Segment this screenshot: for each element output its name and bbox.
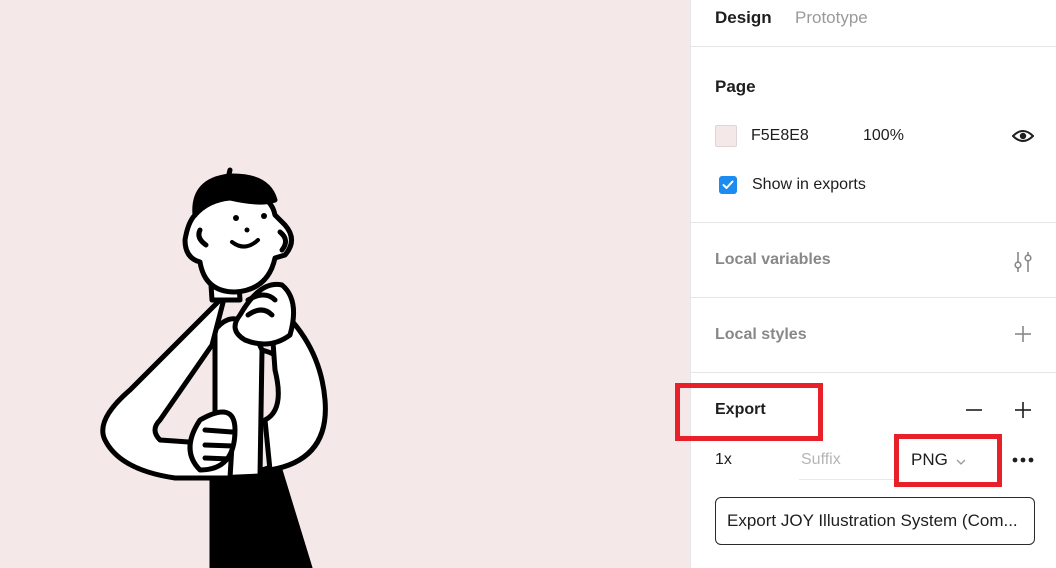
export-suffix-input[interactable]: Suffix [799, 444, 897, 480]
export-scale[interactable]: 1x [715, 451, 732, 469]
page-opacity[interactable]: 100% [863, 127, 904, 145]
divider [691, 222, 1056, 223]
show-in-exports-label[interactable]: Show in exports [752, 176, 866, 194]
show-in-exports-checkbox[interactable] [719, 176, 737, 194]
plus-icon[interactable] [1009, 320, 1037, 348]
eye-icon[interactable] [1009, 122, 1037, 150]
chevron-down-icon [956, 450, 966, 470]
character-illustration [100, 167, 328, 568]
plus-icon[interactable] [1009, 396, 1037, 424]
local-variables-label[interactable]: Local variables [715, 251, 831, 269]
divider [691, 297, 1056, 298]
canvas[interactable] [0, 0, 690, 568]
tab-design[interactable]: Design [715, 8, 772, 28]
export-format-select[interactable]: PNG [911, 444, 966, 476]
divider [691, 372, 1056, 373]
divider [691, 46, 1056, 47]
tab-prototype[interactable]: Prototype [795, 8, 868, 28]
design-panel: Design Prototype Page F5E8E8 100% Show i… [690, 0, 1056, 568]
more-dots-icon[interactable] [1009, 446, 1037, 474]
export-button[interactable]: Export JOY Illustration System (Com... [715, 497, 1035, 545]
page-color-hex[interactable]: F5E8E8 [751, 127, 809, 145]
local-styles-label[interactable]: Local styles [715, 326, 807, 344]
sliders-icon[interactable] [1009, 248, 1037, 276]
page-color-swatch[interactable] [715, 125, 737, 147]
export-section-title: Export [715, 401, 766, 418]
page-section-title: Page [715, 77, 756, 96]
export-format-value: PNG [911, 450, 948, 469]
minus-icon[interactable] [960, 396, 988, 424]
